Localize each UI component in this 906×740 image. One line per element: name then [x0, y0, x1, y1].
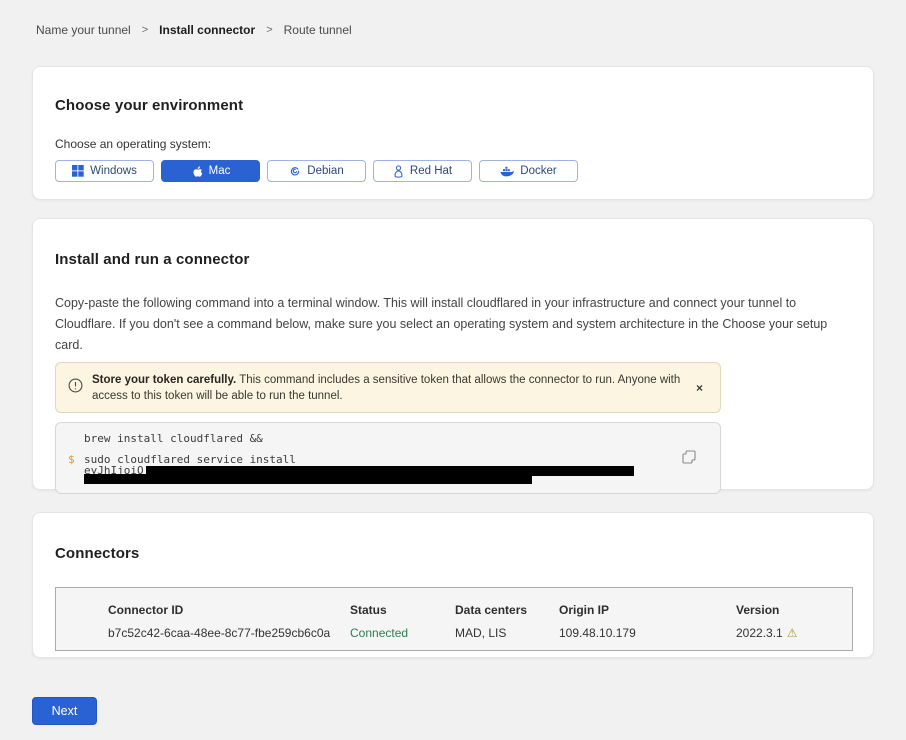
connectors-card: Connectors Connector ID Status Data cent…: [32, 512, 874, 658]
install-description: Copy-paste the following command into a …: [55, 293, 851, 356]
connectors-card-title: Connectors: [55, 545, 851, 562]
os-button-group: Windows Mac Debian: [55, 160, 851, 182]
cell-version: 2022.3.1 ⚠: [736, 626, 852, 640]
os-button-label: Windows: [90, 165, 137, 177]
os-button-debian[interactable]: Debian: [267, 160, 366, 182]
redacted-token-bar: [84, 474, 532, 484]
cell-origin-ip: 109.48.10.179: [559, 626, 736, 640]
token-warning-banner: Store your token carefully. This command…: [55, 362, 721, 413]
alert-circle-icon: [68, 378, 83, 398]
col-header-origin-ip: Origin IP: [559, 603, 736, 617]
code-line-brew: brew install cloudflared &&: [84, 432, 263, 445]
next-button[interactable]: Next: [32, 697, 97, 725]
redhat-icon: [393, 165, 404, 178]
apple-icon: [191, 165, 203, 178]
os-button-windows[interactable]: Windows: [55, 160, 154, 182]
breadcrumb-install-connector[interactable]: Install connector: [159, 23, 255, 37]
cell-connector-id: b7c52c42-6caa-48ee-8c77-fbe259cb6c0a: [108, 626, 350, 640]
token-warning-title: Store your token carefully.: [92, 374, 236, 386]
breadcrumb-separator: >: [142, 24, 148, 36]
col-header-connector-id: Connector ID: [108, 603, 350, 617]
os-button-docker[interactable]: Docker: [479, 160, 578, 182]
os-select-label: Choose an operating system:: [55, 137, 851, 151]
col-header-data-centers: Data centers: [455, 603, 559, 617]
col-header-version: Version: [736, 603, 852, 617]
os-button-label: Red Hat: [410, 165, 452, 177]
breadcrumb-separator: >: [266, 24, 272, 36]
docker-icon: [500, 166, 514, 177]
copy-icon[interactable]: [682, 450, 696, 464]
install-command-codeblock: brew install cloudflared && $ sudo cloud…: [55, 422, 721, 494]
breadcrumb-route-tunnel[interactable]: Route tunnel: [284, 23, 352, 37]
connectors-table-grid: Connector ID Status Data centers Origin …: [108, 603, 852, 640]
shell-prompt: $: [68, 453, 75, 466]
status-badge: Connected: [350, 626, 455, 640]
install-connector-card: Install and run a connector Copy-paste t…: [32, 218, 874, 490]
os-button-label: Docker: [520, 165, 556, 177]
os-button-label: Debian: [307, 165, 343, 177]
token-warning-text: Store your token carefully. This command…: [92, 371, 682, 404]
tunnel-setup-page: Name your tunnel > Install connector > R…: [0, 0, 906, 740]
breadcrumb: Name your tunnel > Install connector > R…: [36, 23, 352, 37]
environment-card: Choose your environment Choose an operat…: [32, 66, 874, 200]
os-button-redhat[interactable]: Red Hat: [373, 160, 472, 182]
debian-icon: [289, 165, 301, 177]
connectors-table: Connector ID Status Data centers Origin …: [55, 587, 853, 651]
col-header-status: Status: [350, 603, 455, 617]
install-card-title: Install and run a connector: [55, 251, 851, 268]
windows-icon: [72, 165, 84, 177]
close-icon[interactable]: ×: [691, 380, 708, 396]
cell-data-centers: MAD, LIS: [455, 626, 559, 640]
version-value: 2022.3.1: [736, 626, 783, 640]
os-button-label: Mac: [209, 165, 231, 177]
os-button-mac[interactable]: Mac: [161, 160, 260, 182]
environment-card-title: Choose your environment: [55, 97, 851, 114]
warning-triangle-icon: ⚠: [787, 627, 798, 639]
breadcrumb-name-your-tunnel[interactable]: Name your tunnel: [36, 23, 131, 37]
